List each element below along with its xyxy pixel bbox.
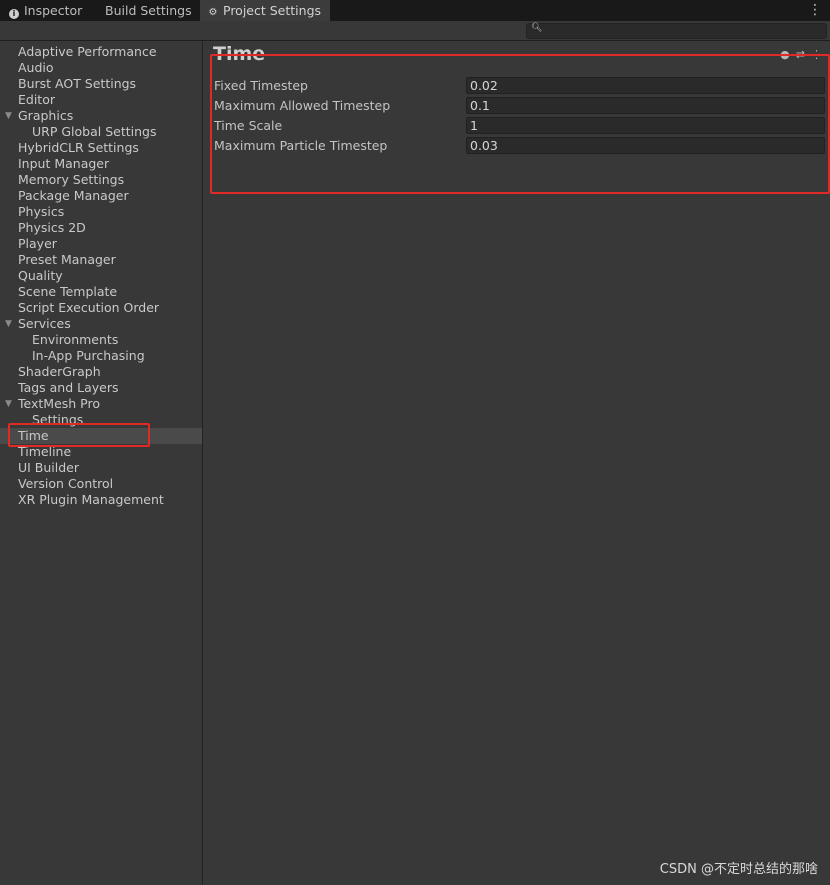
search-box: 🔍︎ (526, 23, 827, 39)
more-icon[interactable]: ⋮ (811, 48, 822, 61)
tab-project-settings[interactable]: ⚙ Project Settings (200, 0, 330, 21)
sidebar-item-services[interactable]: ▼ Services (0, 316, 202, 332)
sidebar-item-label: In-App Purchasing (32, 348, 145, 363)
gear-icon: ⚙ (208, 7, 218, 18)
sidebar-item-label: Quality (18, 268, 63, 283)
help-icon[interactable]: ● (780, 48, 790, 61)
fixed-timestep-input[interactable] (466, 77, 825, 94)
page-title: Time (213, 43, 266, 65)
sidebar-item-label: Scene Template (18, 284, 118, 299)
sidebar-item-memory-settings[interactable]: Memory Settings (0, 172, 202, 188)
sidebar-item-in-app-purchasing[interactable]: In-App Purchasing (0, 348, 202, 364)
sidebar-item-physics-2d[interactable]: Physics 2D (0, 220, 202, 236)
sidebar-item-version-control[interactable]: Version Control (0, 476, 202, 492)
field-label: Fixed Timestep (214, 78, 308, 93)
sidebar-item-label: URP Global Settings (32, 124, 157, 139)
tab-build-settings[interactable]: Build Settings (96, 0, 200, 21)
field-time-scale: Time Scale (214, 117, 826, 135)
info-icon: i (9, 9, 19, 19)
sidebar-item-script-execution-order[interactable]: Script Execution Order (0, 300, 202, 316)
sidebar-item-label: Timeline (18, 444, 72, 459)
sidebar-item-settings[interactable]: Settings (0, 412, 202, 428)
sidebar-item-label: Script Execution Order (18, 300, 160, 315)
sidebar-item-physics[interactable]: Physics (0, 204, 202, 220)
sidebar-item-label: Services (18, 316, 71, 331)
sidebar-item-timeline[interactable]: Timeline (0, 444, 202, 460)
settings-content: Time ● ⇄ ⋮ Fixed Timestep Maximum Allowed … (203, 41, 830, 885)
search-row: 🔍︎ (0, 21, 830, 41)
sidebar-item-label: Editor (18, 92, 55, 107)
sidebar-item-label: Input Manager (18, 156, 110, 171)
sidebar-item-label: TextMesh Pro (18, 396, 100, 411)
sidebar-item-label: Preset Manager (18, 252, 116, 267)
sidebar-item-label: UI Builder (18, 460, 80, 475)
sidebar-item-preset-manager[interactable]: Preset Manager (0, 252, 202, 268)
preset-icon[interactable]: ⇄ (796, 48, 805, 61)
sidebar-item-burst-aot-settings[interactable]: Burst AOT Settings (0, 76, 202, 92)
watermark: CSDN @不定时总结的那啥 (659, 862, 818, 877)
field-label: Maximum Particle Timestep (214, 138, 388, 153)
sidebar-item-package-manager[interactable]: Package Manager (0, 188, 202, 204)
expand-arrow-icon[interactable]: ▼ (5, 108, 12, 124)
sidebar-item-input-manager[interactable]: Input Manager (0, 156, 202, 172)
search-input[interactable] (543, 24, 821, 38)
sidebar-item-label: Tags and Layers (18, 380, 119, 395)
sidebar-item-quality[interactable]: Quality (0, 268, 202, 284)
sidebar-item-label: Audio (18, 60, 54, 75)
sidebar-item-editor[interactable]: Editor (0, 92, 202, 108)
field-maximum-particle-timestep: Maximum Particle Timestep (214, 137, 826, 155)
sidebar-item-label: Version Control (18, 476, 114, 491)
sidebar-item-label: Player (18, 236, 57, 251)
sidebar-item-label: ShaderGraph (18, 364, 101, 379)
settings-sidebar: Adaptive Performance Audio Burst AOT Setti… (0, 41, 203, 885)
field-label: Maximum Allowed Timestep (214, 98, 391, 113)
sidebar-item-audio[interactable]: Audio (0, 60, 202, 76)
tab-menu-icon[interactable]: ⋮ (808, 2, 822, 18)
sidebar-item-hybridclr-settings[interactable]: HybridCLR Settings (0, 140, 202, 156)
field-fixed-timestep: Fixed Timestep (214, 77, 826, 95)
sidebar-item-tags-and-layers[interactable]: Tags and Layers (0, 380, 202, 396)
sidebar-item-scene-template[interactable]: Scene Template (0, 284, 202, 300)
sidebar-item-label: Physics (18, 204, 65, 219)
sidebar-item-environments[interactable]: Environments (0, 332, 202, 348)
tab-inspector[interactable]: i Inspector (0, 0, 95, 21)
sidebar-item-label: Environments (32, 332, 119, 347)
sidebar-item-label: Adaptive Performance (18, 44, 157, 59)
field-label: Time Scale (214, 118, 283, 133)
sidebar-item-adaptive-performance[interactable]: Adaptive Performance (0, 44, 202, 60)
tab-bar: i Inspector Build Settings ⚙ Project Setti… (0, 0, 830, 21)
maximum-allowed-timestep-input[interactable] (466, 97, 825, 114)
header-icons: ● ⇄ ⋮ (774, 48, 822, 61)
sidebar-item-shadergraph[interactable]: ShaderGraph (0, 364, 202, 380)
sidebar-item-player[interactable]: Player (0, 236, 202, 252)
sidebar-item-label: Package Manager (18, 188, 129, 203)
maximum-particle-timestep-input[interactable] (466, 137, 825, 154)
sidebar-item-ui-builder[interactable]: UI Builder (0, 460, 202, 476)
sidebar-item-textmesh-pro[interactable]: ▼ TextMesh Pro (0, 396, 202, 412)
search-icon: 🔍︎ (531, 23, 543, 33)
sidebar-item-label: HybridCLR Settings (18, 140, 139, 155)
time-scale-input[interactable] (466, 117, 825, 134)
sidebar-item-label: Memory Settings (18, 172, 125, 187)
sidebar-item-label: XR Plugin Management (18, 492, 164, 507)
sidebar-item-label: Graphics (18, 108, 74, 123)
sidebar-item-label: Settings (32, 412, 84, 427)
sidebar-item-urp-global-settings[interactable]: URP Global Settings (0, 124, 202, 140)
sidebar-item-time[interactable]: Time (0, 428, 202, 444)
sidebar-item-label: Physics 2D (18, 220, 86, 235)
sidebar-item-label: Time (18, 428, 49, 443)
sidebar-item-xr-plugin-management[interactable]: XR Plugin Management (0, 492, 202, 508)
sidebar-item-graphics[interactable]: ▼ Graphics (0, 108, 202, 124)
sidebar-item-label: Burst AOT Settings (18, 76, 137, 91)
field-maximum-allowed-timestep: Maximum Allowed Timestep (214, 97, 826, 115)
expand-arrow-icon[interactable]: ▼ (5, 396, 12, 412)
expand-arrow-icon[interactable]: ▼ (5, 316, 12, 332)
